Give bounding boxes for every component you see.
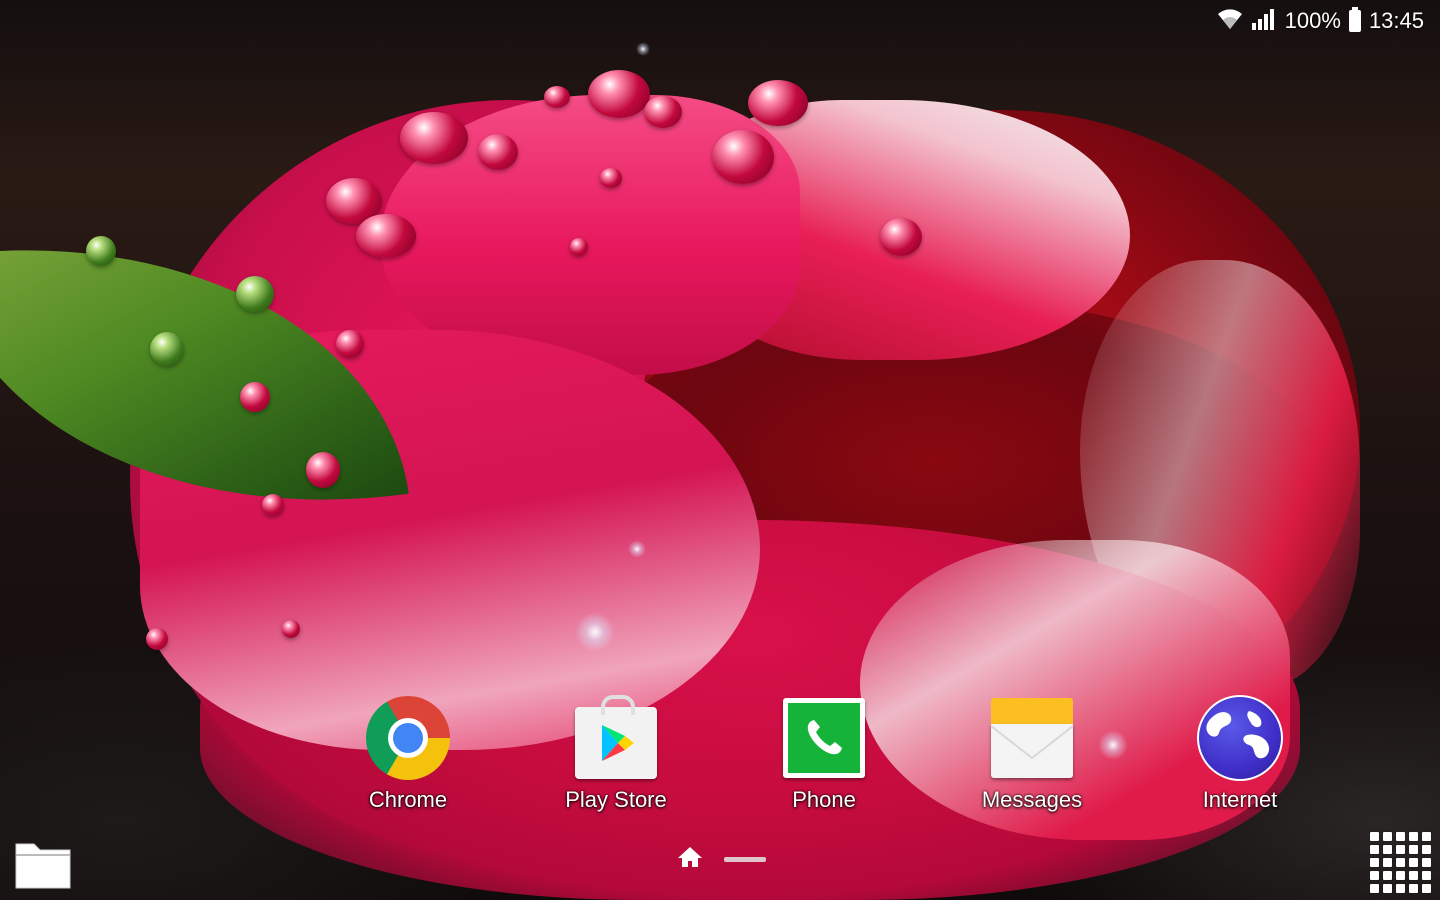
app-label: Play Store [565, 787, 667, 812]
signal-icon [1251, 7, 1277, 36]
app-messages[interactable]: Messages [957, 695, 1107, 813]
clock: 13:45 [1368, 8, 1424, 33]
app-chrome[interactable]: Chrome [333, 695, 483, 813]
water-droplet [644, 96, 682, 128]
sparkle [628, 540, 646, 558]
app-phone[interactable]: Phone [749, 695, 899, 813]
page-indicator [676, 845, 766, 874]
wifi-icon [1217, 7, 1243, 36]
apps-grid-icon[interactable] [1370, 832, 1432, 894]
water-droplet [240, 382, 270, 412]
water-droplet [712, 130, 774, 184]
battery-percent: 100% [1284, 8, 1341, 33]
internet-globe-icon[interactable] [1197, 695, 1283, 781]
water-droplet [306, 452, 340, 488]
folder-icon[interactable] [14, 838, 72, 890]
water-droplet [880, 218, 922, 256]
water-droplet [86, 236, 116, 266]
water-droplet [150, 332, 184, 366]
water-droplet [146, 628, 168, 650]
app-play-store[interactable]: Play Store [541, 695, 691, 813]
water-droplet [336, 330, 364, 358]
water-droplet [600, 168, 622, 188]
home-icon[interactable] [676, 845, 704, 874]
play-store-icon[interactable] [573, 695, 659, 781]
battery-icon [1348, 7, 1361, 32]
status-bar: 100% 13:45 [1217, 6, 1424, 36]
water-droplet [570, 238, 588, 256]
app-label: Phone [792, 787, 856, 812]
water-droplet [544, 86, 570, 108]
water-droplet [262, 494, 284, 516]
app-internet[interactable]: Internet [1165, 695, 1315, 813]
water-droplet [748, 80, 808, 126]
water-droplet [478, 134, 518, 170]
phone-icon[interactable] [781, 695, 867, 781]
app-label: Chrome [368, 787, 448, 812]
sparkle [636, 42, 650, 56]
water-droplet [400, 112, 468, 164]
water-droplet [282, 620, 300, 638]
page-dash[interactable] [724, 857, 766, 862]
chrome-icon[interactable] [365, 695, 451, 781]
app-label: Internet [1202, 787, 1278, 812]
water-droplet [588, 70, 650, 118]
sparkle [575, 612, 615, 652]
app-label: Messages [981, 787, 1083, 812]
water-droplet [236, 276, 274, 312]
water-droplet [356, 214, 416, 258]
messages-icon[interactable] [989, 695, 1075, 781]
